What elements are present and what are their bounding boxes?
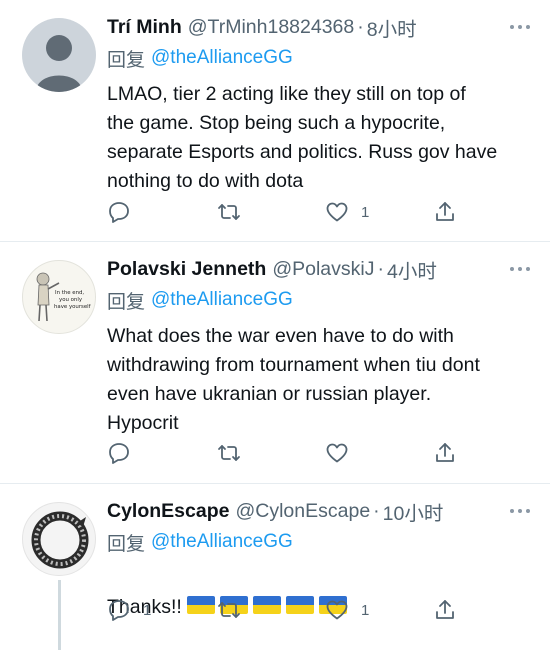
retweet-button[interactable]: [217, 598, 241, 622]
svg-text:have yourself: have yourself: [54, 304, 91, 310]
tweet-text: What does the war even have to do with w…: [107, 325, 480, 434]
like-icon: [326, 600, 348, 620]
reply-context: 回复 @theAllianceGG: [107, 528, 536, 556]
action-bar: 1: [107, 200, 467, 224]
share-icon: [436, 202, 454, 221]
svg-text:In the end,: In the end,: [55, 290, 84, 296]
reply-to-link[interactable]: @theAllianceGG: [151, 531, 293, 553]
reply-button[interactable]: [107, 200, 143, 224]
tweet-text: LMAO, tier 2 acting like they still on t…: [107, 83, 498, 192]
reply-icon: [109, 443, 129, 464]
tweet-header: CylonEscape @CylonEscape · 10小时: [107, 497, 536, 525]
reply-prefix: 回复: [107, 533, 146, 555]
reply-button[interactable]: 1: [107, 598, 151, 622]
timestamp[interactable]: 8小时: [367, 13, 417, 42]
reply-count: 1: [143, 601, 152, 619]
separator-dot: ·: [377, 257, 384, 280]
share-button[interactable]: [433, 441, 457, 465]
retweet-icon: [218, 602, 240, 618]
more-icon[interactable]: [508, 503, 532, 519]
share-button[interactable]: [433, 200, 457, 224]
display-name[interactable]: Polavski Jenneth: [107, 258, 266, 281]
reply-button[interactable]: [107, 441, 143, 465]
avatar-default[interactable]: [22, 18, 96, 92]
share-button[interactable]: [433, 598, 457, 622]
reply-prefix: 回复: [107, 49, 146, 71]
reply-context: 回复 @theAllianceGG: [107, 44, 536, 72]
like-icon: [326, 202, 348, 222]
reply-icon: [109, 202, 129, 223]
reply-context: 回复 @theAllianceGG: [107, 286, 536, 314]
action-bar: [107, 441, 467, 465]
like-count: 1: [361, 601, 370, 619]
reply-icon: [109, 600, 129, 621]
retweet-button[interactable]: [217, 200, 241, 224]
thread-line: [58, 580, 61, 650]
tweet-header: Trí Minh @TrMinh18824368 · 8小时: [107, 13, 536, 41]
tweet-3[interactable]: CylonEscape @CylonEscape · 10小时 回复 @theA…: [0, 484, 550, 662]
like-count: 1: [361, 203, 370, 221]
user-handle[interactable]: @PolavskiJ: [272, 258, 374, 281]
display-name[interactable]: CylonEscape: [107, 500, 229, 523]
retweet-icon: [218, 204, 240, 220]
avatar-ouroboros[interactable]: [22, 502, 96, 576]
like-button[interactable]: [325, 441, 361, 465]
action-bar: 1 1: [107, 598, 467, 622]
share-icon: [436, 443, 454, 462]
display-name[interactable]: Trí Minh: [107, 16, 182, 39]
more-icon[interactable]: [508, 19, 532, 35]
like-button[interactable]: 1: [325, 200, 369, 224]
avatar-cartoon[interactable]: In the end, you only have yourself: [22, 260, 96, 334]
share-icon: [436, 600, 454, 619]
timestamp[interactable]: 10小时: [383, 497, 444, 526]
user-handle[interactable]: @TrMinh18824368: [188, 16, 355, 39]
timestamp[interactable]: 4小时: [387, 255, 437, 284]
more-icon[interactable]: [508, 261, 532, 277]
like-icon: [326, 443, 348, 463]
retweet-button[interactable]: [217, 441, 241, 465]
like-button[interactable]: 1: [325, 598, 369, 622]
svg-text:you only: you only: [59, 297, 83, 303]
tweet-header: Polavski Jenneth @PolavskiJ · 4小时: [107, 255, 536, 283]
reply-to-link[interactable]: @theAllianceGG: [151, 289, 293, 311]
separator-dot: ·: [373, 499, 380, 522]
user-handle[interactable]: @CylonEscape: [235, 500, 370, 523]
retweet-icon: [218, 445, 240, 461]
separator-dot: ·: [357, 15, 364, 38]
tweet-1[interactable]: Trí Minh @TrMinh18824368 · 8小时 回复 @theAl…: [0, 0, 550, 242]
reply-to-link[interactable]: @theAllianceGG: [151, 47, 293, 69]
reply-prefix: 回复: [107, 291, 146, 313]
tweet-2[interactable]: In the end, you only have yourself Polav…: [0, 242, 550, 484]
